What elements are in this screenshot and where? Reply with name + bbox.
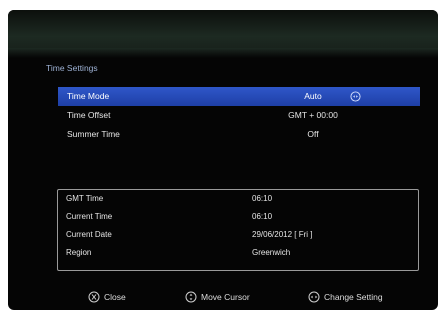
setting-value: GMT + 00:00 xyxy=(288,110,338,120)
time-info-panel: GMT Time 06:10 Current Time 06:10 Curren… xyxy=(57,189,419,271)
info-value: 06:10 xyxy=(252,212,273,221)
setting-label: Time Mode xyxy=(67,91,110,101)
change-setting-hint-label: Change Setting xyxy=(324,292,383,302)
info-value: 29/06/2012 [ Fri ] xyxy=(252,230,313,239)
setting-label: Summer Time xyxy=(67,129,120,139)
info-value: 06:10 xyxy=(252,194,273,203)
left-right-arrow-icon xyxy=(350,91,361,102)
footer-hints: Close Move Cursor Change Setting xyxy=(8,288,438,306)
ok-key-icon xyxy=(185,291,197,303)
setting-row-time-mode[interactable]: Time Mode Auto xyxy=(58,87,420,106)
info-label: Region xyxy=(66,248,92,257)
settings-list: Time Mode Auto Time Offset GMT + 00:00 S… xyxy=(58,87,420,144)
setting-label: Time Offset xyxy=(67,110,111,120)
info-label: GMT Time xyxy=(66,194,104,203)
info-label: Current Time xyxy=(66,212,113,221)
info-value: Greenwich xyxy=(252,248,291,257)
move-cursor-hint-label: Move Cursor xyxy=(201,292,250,302)
info-row-gmt-time: GMT Time 06:10 xyxy=(58,190,418,208)
close-hint-label: Close xyxy=(104,292,126,302)
tv-screen: Time Settings Time Mode Auto Time Offset… xyxy=(8,10,438,310)
exit-key-icon xyxy=(88,291,100,303)
header-band xyxy=(8,10,438,58)
info-row-current-time: Current Time 06:10 xyxy=(58,208,418,226)
info-label: Current Date xyxy=(66,230,112,239)
left-right-key-icon xyxy=(308,291,320,303)
page-title: Time Settings xyxy=(46,63,98,73)
info-row-current-date: Current Date 29/06/2012 [ Fri ] xyxy=(58,226,418,244)
info-row-region: Region Greenwich xyxy=(58,244,418,262)
setting-row-summer-time[interactable]: Summer Time Off xyxy=(58,125,420,144)
setting-row-time-offset[interactable]: Time Offset GMT + 00:00 xyxy=(58,106,420,125)
setting-value: Off xyxy=(307,129,319,139)
